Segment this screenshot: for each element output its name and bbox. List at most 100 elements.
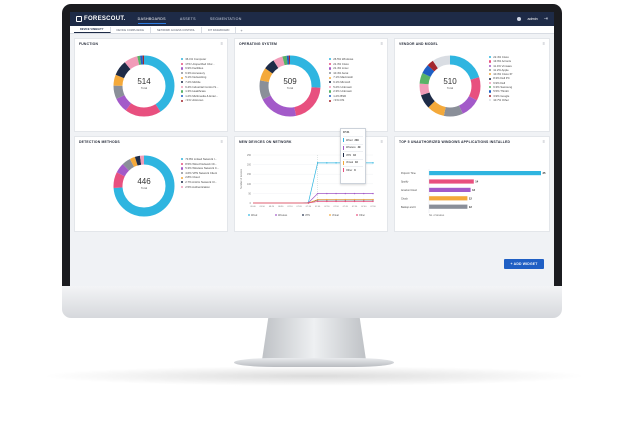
bar[interactable] (429, 187, 471, 192)
legend-item[interactable]: 2.5% Authentication (181, 185, 219, 190)
bar-value: 12 (469, 205, 472, 209)
legend-dot-icon (181, 167, 184, 170)
user-name[interactable]: admin (527, 17, 537, 21)
legend-dot-icon (181, 176, 184, 179)
bar[interactable] (429, 196, 468, 201)
x-tick-label: 07:20 (343, 206, 349, 208)
y-axis-label: Number of devices (240, 168, 243, 189)
data-point[interactable] (353, 198, 356, 201)
data-point[interactable] (344, 192, 347, 195)
legend-dot-icon (489, 90, 492, 93)
widget-menu-icon[interactable]: ≡ (543, 41, 545, 46)
legend-dot-icon (181, 94, 184, 98)
data-point[interactable] (372, 192, 374, 195)
tooltip-row: Other 8 (343, 166, 363, 174)
dashboard-screen: FORESCOUT. DASHBOARDS ASSETS SEGMENTATIO… (70, 12, 554, 286)
data-point[interactable] (335, 198, 337, 201)
bar[interactable] (429, 171, 541, 176)
detection-methods-widget: DETECTION METHODS ≡ 446 Total 73.8% Link… (74, 136, 228, 232)
legend-dot-icon (181, 158, 184, 161)
add-tab-button[interactable]: + (236, 27, 246, 33)
add-widget-button[interactable]: + ADD WIDGET (504, 259, 544, 269)
user-area: admin ⇥ (517, 16, 548, 22)
tab-network-access-control[interactable]: NETWORK ACCESS CONTROL (151, 27, 202, 33)
data-point[interactable] (326, 198, 328, 201)
legend-item[interactable]: <1% Unknown (181, 98, 218, 103)
tooltip-color-icon (343, 160, 344, 165)
donut-total-label: Total (140, 186, 148, 190)
bar[interactable] (429, 204, 468, 209)
data-point[interactable] (363, 198, 365, 201)
legend-dot-icon (329, 71, 332, 75)
data-point[interactable] (307, 202, 310, 204)
logout-icon[interactable]: ⇥ (544, 16, 548, 22)
data-point[interactable] (363, 192, 365, 195)
y-tick-label: 250 (247, 154, 252, 157)
legend-dot-icon (302, 214, 304, 216)
legend-dot-icon (329, 58, 332, 61)
legend-item[interactable]: <1% iOS (329, 98, 353, 103)
bar-value: 12 (469, 196, 472, 200)
data-point[interactable] (353, 200, 356, 203)
nav-assets[interactable]: ASSETS (180, 15, 196, 24)
monitor-stand-base (234, 358, 394, 367)
data-point[interactable] (335, 162, 337, 164)
legend-label[interactable]: Other (359, 214, 365, 217)
tooltip-series-value: 8 (354, 168, 356, 172)
legend-item[interactable]: 10.7% Other (489, 98, 512, 102)
widget-menu-icon[interactable]: ≡ (381, 139, 383, 144)
legend-label[interactable]: Wireless (278, 214, 288, 217)
data-point[interactable] (326, 162, 328, 164)
widget-menu-icon[interactable]: ≡ (221, 139, 223, 144)
tab-device-visibility[interactable]: DEVICE VISIBILITY (74, 27, 111, 33)
legend-dot-icon (489, 77, 492, 80)
data-point[interactable] (335, 192, 337, 195)
donut-center: 446 Total (111, 177, 177, 190)
data-point[interactable] (372, 162, 374, 164)
data-point[interactable] (344, 198, 347, 201)
widget-title: OPERATING SYSTEM (239, 42, 277, 46)
nav-segmentation[interactable]: SEGMENTATION (210, 15, 242, 24)
widget-title: TOP 5 UNAUTHORIZED WINDOWS APPLICATIONS … (399, 140, 511, 144)
function-legend: 36.1% Computer 17% Unspecified Infor... 6.… (181, 57, 218, 103)
data-point[interactable] (344, 200, 347, 203)
data-point[interactable] (372, 198, 374, 201)
tooltip-row: Virtual 18 (343, 158, 363, 167)
legend-dot-icon (489, 64, 492, 67)
bar-value: 35 (543, 171, 546, 175)
x-tick-label: 07:20 (297, 206, 303, 208)
bar[interactable] (429, 179, 474, 184)
legend-dot-icon (489, 60, 492, 63)
data-point[interactable] (326, 192, 328, 195)
widget-menu-icon[interactable]: ≡ (381, 41, 383, 46)
data-point[interactable] (326, 200, 328, 203)
widget-menu-icon[interactable]: ≡ (543, 139, 545, 144)
legend-label: 2.5% Authentication (185, 184, 210, 189)
legend-label: 10.7% Other (493, 97, 509, 102)
legend-label: <1% Unknown (185, 98, 204, 103)
tooltip-series-name: Other (346, 168, 353, 172)
nav-dashboards[interactable]: DASHBOARDS (137, 15, 166, 24)
legend-dot-icon (489, 99, 492, 102)
y-tick-label: 150 (247, 173, 252, 176)
forescout-logo[interactable]: FORESCOUT. (76, 16, 126, 22)
legend-label[interactable]: Wired (251, 214, 258, 217)
legend-label[interactable]: VPN (305, 214, 310, 217)
tooltip-series-value: 209 (354, 138, 359, 142)
data-point[interactable] (353, 192, 356, 195)
tab-iot-dashboard[interactable]: IOT DASHBOARD (202, 27, 237, 33)
legend-label[interactable]: Virtual (332, 214, 339, 217)
tab-device-compliance[interactable]: DEVICE COMPLIANCE (111, 27, 152, 33)
data-point[interactable] (372, 200, 374, 203)
legend-dot-icon (329, 76, 332, 79)
data-point[interactable] (335, 200, 337, 203)
tooltip-time: 07:21 (343, 131, 350, 134)
widget-menu-icon[interactable]: ≡ (221, 41, 223, 46)
data-point[interactable] (363, 200, 365, 203)
legend-dot-icon (329, 85, 332, 88)
x-tick-label: 07:30 (352, 206, 358, 208)
legend-dot-icon (181, 185, 184, 188)
legend-dot-icon (489, 68, 492, 72)
y-tick-label: 50 (248, 192, 251, 195)
donut-total-label: Total (286, 86, 294, 90)
